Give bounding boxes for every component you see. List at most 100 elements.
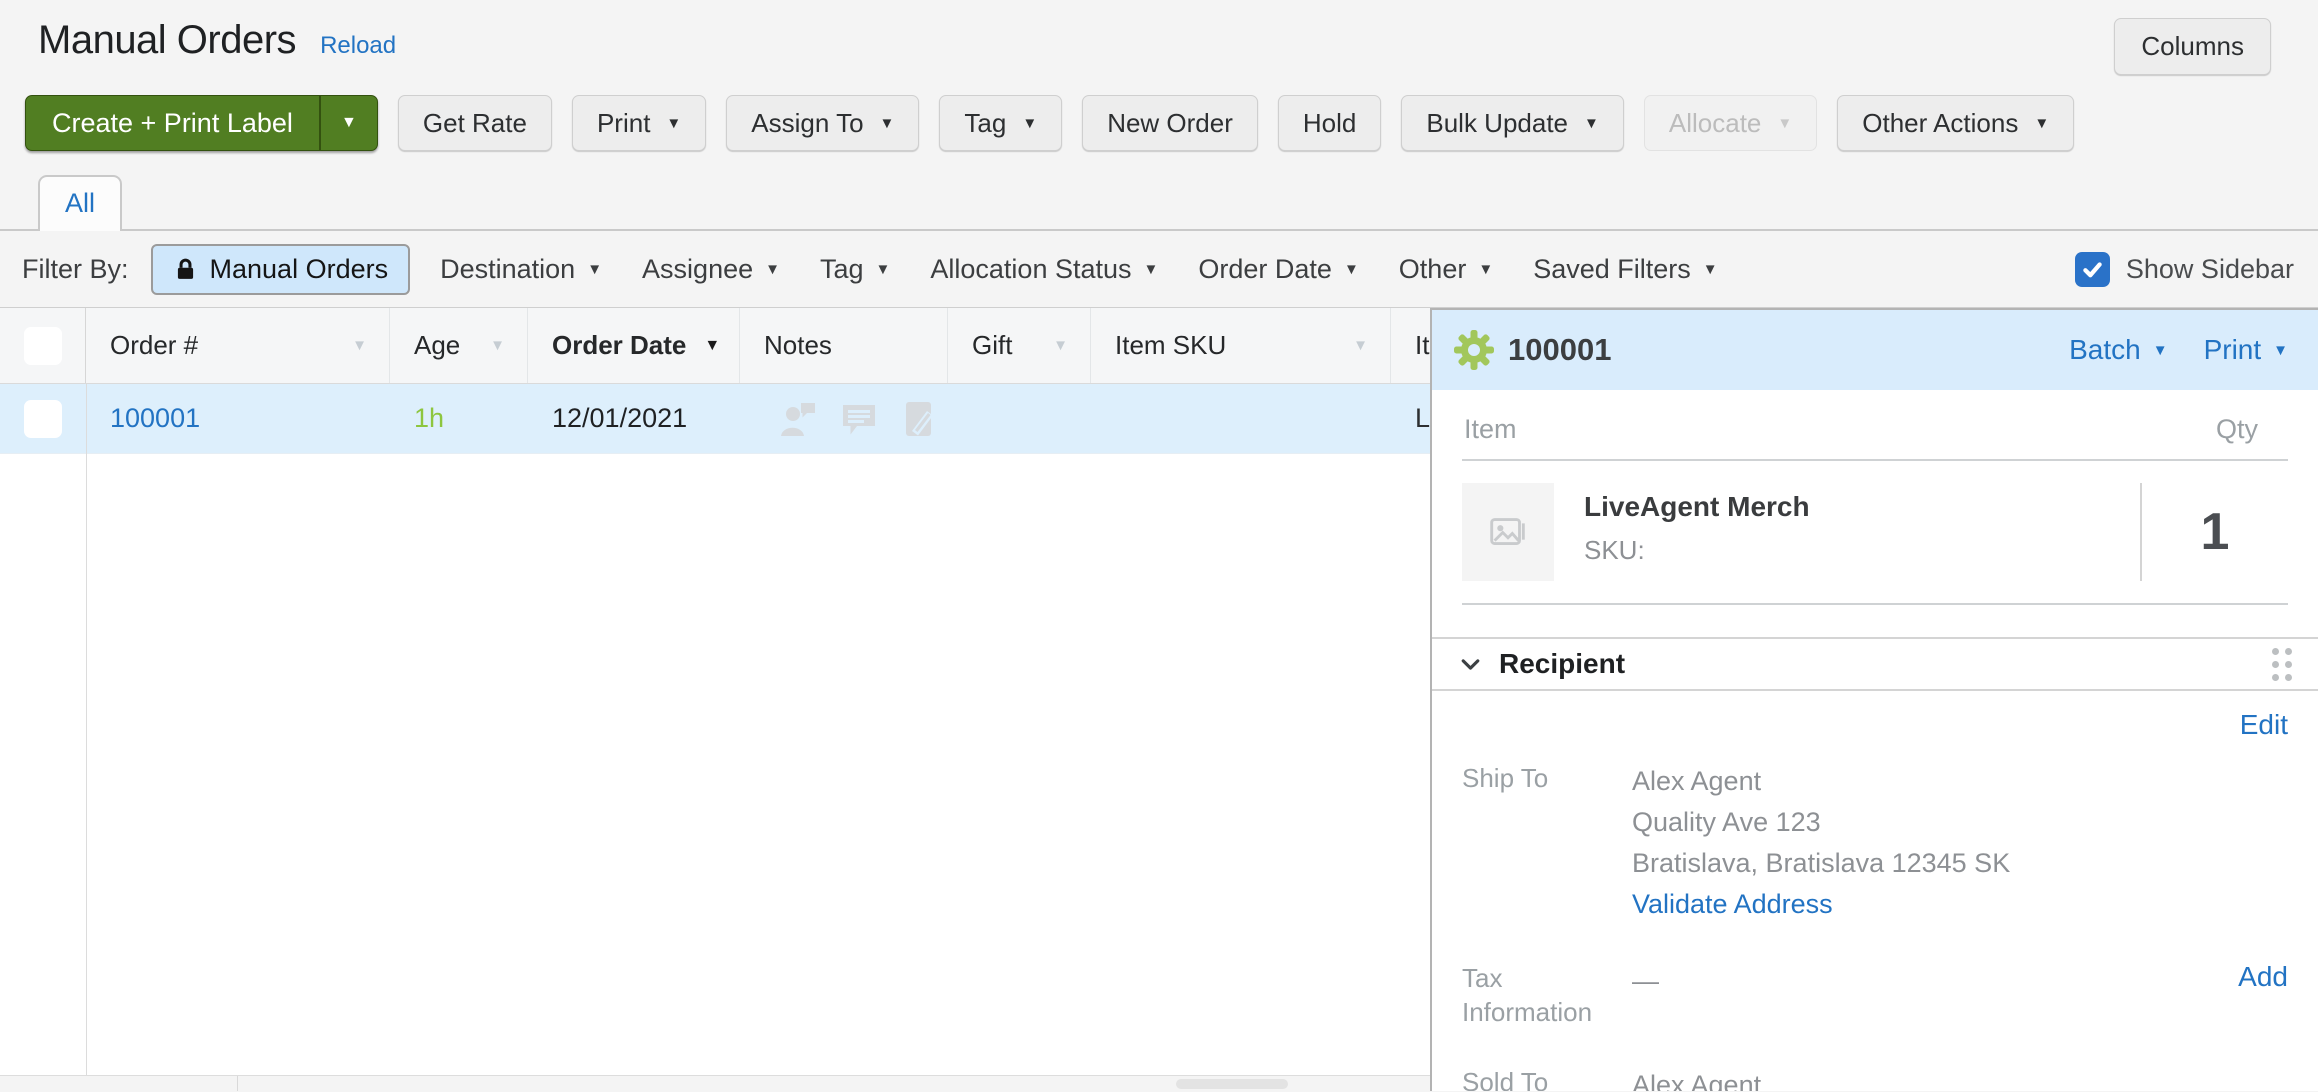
create-print-label-button[interactable]: Create + Print Label ▼ xyxy=(25,95,378,151)
column-header-item-sku[interactable]: Item SKU▼ xyxy=(1091,308,1391,383)
column-header-gift[interactable]: Gift▼ xyxy=(948,308,1091,383)
order-number-link[interactable]: 100001 xyxy=(110,403,200,433)
orders-grid: Order #▼ Age▼ Order Date▼ Notes Gift▼ It… xyxy=(0,308,1430,1091)
column-header-notes[interactable]: Notes xyxy=(740,308,948,383)
tax-information-action: Add xyxy=(2238,961,2288,1029)
filter-assignee[interactable]: Assignee▼ xyxy=(642,254,780,285)
validate-address-link[interactable]: Validate Address xyxy=(1632,884,1833,925)
filter-saved-filters[interactable]: Saved Filters▼ xyxy=(1533,254,1717,285)
reload-link[interactable]: Reload xyxy=(320,32,396,60)
column-header-order-date[interactable]: Order Date▼ xyxy=(528,308,740,383)
select-all-checkbox[interactable] xyxy=(24,327,62,365)
page-title: Manual Orders xyxy=(38,18,296,63)
check-icon xyxy=(29,332,57,360)
column-menu-icon[interactable]: ▼ xyxy=(352,337,367,354)
add-link[interactable]: Add xyxy=(2238,961,2288,992)
filter-tag[interactable]: Tag▼ xyxy=(820,254,890,285)
main-region: Order #▼ Age▼ Order Date▼ Notes Gift▼ It… xyxy=(0,307,2318,1091)
new-order-button[interactable]: New Order xyxy=(1082,95,1258,151)
recipient-edit-row: Edit xyxy=(1462,709,2288,741)
column-header-order-number[interactable]: Order #▼ xyxy=(86,308,390,383)
other-actions-button[interactable]: Other Actions▼ xyxy=(1837,95,2074,151)
allocate-button: Allocate▼ xyxy=(1644,95,1817,151)
select-all-cell xyxy=(0,308,86,383)
cell-order-number: 100001 xyxy=(86,403,390,434)
caret-down-icon: ▼ xyxy=(1344,261,1359,278)
cell-order-date: 12/01/2021 xyxy=(528,403,740,434)
column-menu-icon[interactable]: ▼ xyxy=(1353,337,1368,354)
filter-allocation-status[interactable]: Allocation Status▼ xyxy=(930,254,1158,285)
internal-note-icon[interactable] xyxy=(900,400,938,438)
bulk-update-button[interactable]: Bulk Update▼ xyxy=(1401,95,1624,151)
caret-down-icon: ▼ xyxy=(2273,342,2288,359)
show-sidebar-checkbox[interactable] xyxy=(2075,252,2110,287)
order-row-100001[interactable]: 100001 1h 12/01/2021 LiveAgent Merch xyxy=(0,384,1430,454)
ship-to-label: Ship To xyxy=(1462,761,1632,925)
buyer-note-icon[interactable] xyxy=(780,400,818,438)
tab-all[interactable]: All xyxy=(38,175,122,231)
recipient-section-header[interactable]: Recipient xyxy=(1432,637,2318,691)
column-menu-icon[interactable]: ▼ xyxy=(490,337,505,354)
print-button[interactable]: Print▼ xyxy=(572,95,706,151)
caret-down-icon: ▼ xyxy=(765,261,780,278)
grid-horizontal-scrollbar xyxy=(0,1075,1430,1091)
ship-to-address-line2: Bratislava, Bratislava 12345 SK xyxy=(1632,843,2010,884)
column-header-item-name[interactable]: Item Name xyxy=(1391,308,1430,383)
column-header-age[interactable]: Age▼ xyxy=(390,308,528,383)
filter-by-label: Filter By: xyxy=(22,254,129,285)
item-image-placeholder xyxy=(1462,483,1554,581)
columns-button[interactable]: Columns xyxy=(2114,18,2271,75)
sidebar-header: 100001 Batch▼ Print▼ xyxy=(1432,310,2318,390)
sold-to-label: Sold To xyxy=(1462,1065,1632,1091)
column-menu-icon[interactable]: ▼ xyxy=(1053,337,1068,354)
filter-destination[interactable]: Destination▼ xyxy=(440,254,602,285)
grid-header: Order #▼ Age▼ Order Date▼ Notes Gift▼ It… xyxy=(0,308,1430,384)
tax-information-row: Tax Information — Add xyxy=(1462,961,2288,1029)
order-detail-sidebar: 100001 Batch▼ Print▼ Item Qty LiveAgent … xyxy=(1430,308,2318,1091)
hold-button[interactable]: Hold xyxy=(1278,95,1381,151)
batch-menu[interactable]: Batch▼ xyxy=(2069,334,2167,366)
tax-information-value: — xyxy=(1632,961,1659,1029)
locked-filter-manual-orders[interactable]: Manual Orders xyxy=(151,244,411,295)
divider xyxy=(1462,603,2288,605)
row-checkbox[interactable] xyxy=(24,400,62,438)
check-icon xyxy=(2079,256,2106,283)
sidebar-content: Item Qty LiveAgent Merch SKU: 1 Reci xyxy=(1432,414,2318,1091)
caret-down-icon: ▼ xyxy=(1022,115,1037,132)
tab-bar: All xyxy=(0,173,2318,231)
caret-down-icon: ▼ xyxy=(1777,115,1792,132)
filter-order-date[interactable]: Order Date▼ xyxy=(1198,254,1358,285)
show-sidebar-toggle: Show Sidebar xyxy=(2075,252,2294,287)
caret-down-icon: ▼ xyxy=(1584,115,1599,132)
chevron-down-icon[interactable] xyxy=(1458,652,1483,677)
sort-desc-icon[interactable]: ▼ xyxy=(704,337,720,355)
cell-notes xyxy=(740,400,948,438)
item-sku-label: SKU: xyxy=(1584,535,1810,566)
ship-to-name: Alex Agent xyxy=(1632,761,2010,802)
item-column-header: Item xyxy=(1464,414,1517,445)
sidebar-menus: Batch▼ Print▼ xyxy=(2069,334,2288,366)
create-print-label-caret[interactable]: ▼ xyxy=(319,96,377,150)
scrollbar-thumb[interactable] xyxy=(1176,1079,1288,1089)
order-item-row: LiveAgent Merch SKU: 1 xyxy=(1462,483,2288,581)
caret-down-icon: ▼ xyxy=(666,115,681,132)
scrollbar-divider xyxy=(237,1076,238,1091)
filter-bar: Filter By: Manual Orders Destination▼ As… xyxy=(0,231,2318,307)
sidebar-order-number: 100001 xyxy=(1508,332,1611,368)
edit-link[interactable]: Edit xyxy=(2240,709,2288,740)
filter-other[interactable]: Other▼ xyxy=(1399,254,1493,285)
recipient-section-title: Recipient xyxy=(1499,648,1625,680)
assign-to-button[interactable]: Assign To▼ xyxy=(726,95,919,151)
note-to-buyer-icon[interactable] xyxy=(840,400,878,438)
divider xyxy=(1462,459,2288,461)
caret-down-icon: ▼ xyxy=(2153,342,2168,359)
create-print-label-label[interactable]: Create + Print Label xyxy=(26,96,319,150)
photo-icon xyxy=(1485,509,1531,555)
title-bar: Manual Orders Reload Columns xyxy=(0,0,2318,75)
print-menu[interactable]: Print▼ xyxy=(2204,334,2288,366)
show-sidebar-label: Show Sidebar xyxy=(2126,254,2294,285)
drag-handle-icon[interactable] xyxy=(2272,648,2292,681)
tag-button[interactable]: Tag▼ xyxy=(939,95,1062,151)
get-rate-button[interactable]: Get Rate xyxy=(398,95,552,151)
gear-icon[interactable] xyxy=(1454,330,1494,370)
